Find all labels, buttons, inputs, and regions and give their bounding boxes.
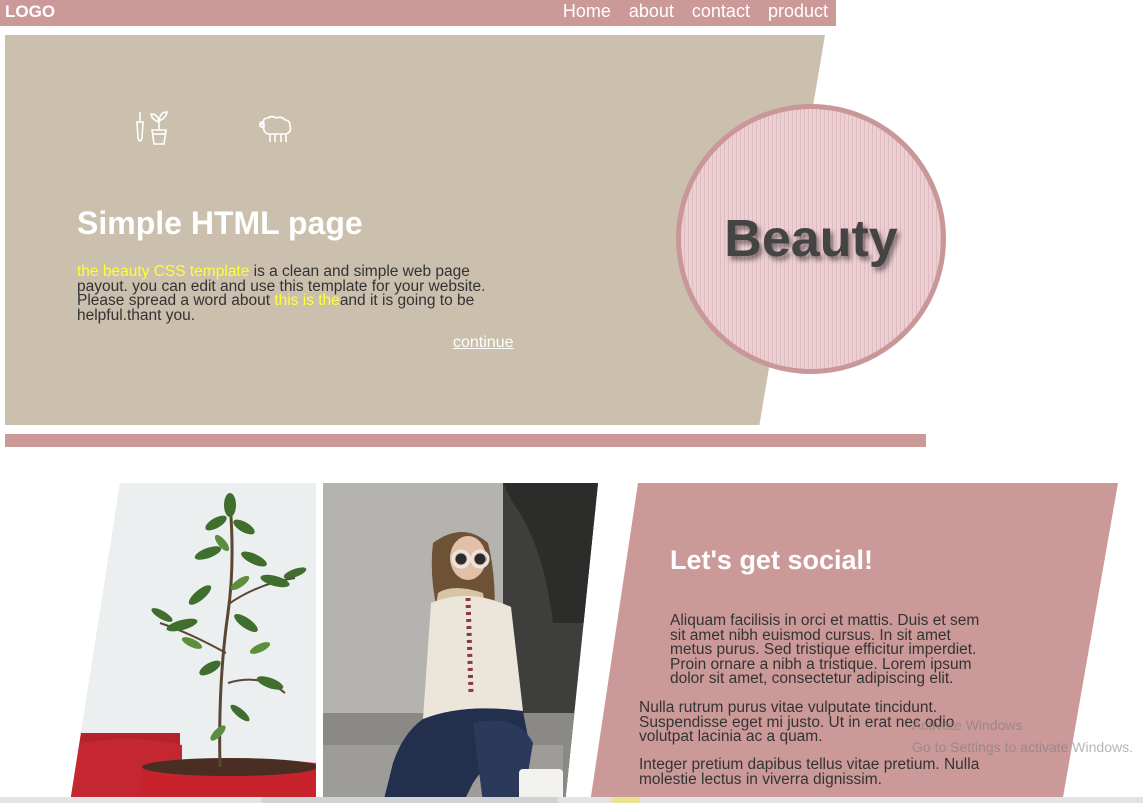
hero-highlight-2: this is the: [274, 292, 340, 309]
top-nav-bar: LOGO Home about contact product: [0, 0, 836, 26]
nav-link-contact[interactable]: contact: [692, 1, 750, 22]
section-divider: [5, 434, 926, 447]
social-paragraph-1: Aliquam facilisis in orci et mattis. Dui…: [670, 612, 980, 687]
woman-sitting-photo: [323, 483, 598, 803]
social-title: Let's get social!: [670, 545, 873, 575]
nav-link-about[interactable]: about: [629, 1, 674, 22]
hero-title: Simple HTML page: [77, 205, 363, 241]
nav-link-product[interactable]: product: [768, 1, 828, 22]
hero-description: the beauty CSS template is a clean and s…: [77, 264, 522, 323]
nav-link-home[interactable]: Home: [563, 1, 611, 22]
activation-watermark: Activate Windows Go to Settings to activ…: [912, 714, 1133, 758]
sheep-icon: [256, 108, 296, 148]
taskbar-segment[interactable]: [262, 797, 558, 803]
potted-plant-photo: [70, 483, 316, 803]
continue-link[interactable]: continue: [453, 334, 514, 352]
watermark-line-2: Go to Settings to activate Windows.: [912, 739, 1133, 755]
social-paragraph-3: Integer pretium dapibus tellus vitae pre…: [639, 756, 980, 788]
watermark-line-1: Activate Windows: [912, 717, 1023, 733]
main-nav: Home about contact product: [563, 1, 828, 22]
logo[interactable]: LOGO: [5, 2, 55, 22]
beauty-badge: Beauty: [676, 104, 946, 374]
badge-label: Beauty: [724, 210, 898, 268]
taskbar-strip: [0, 797, 1143, 803]
plant-tools-icon: [132, 108, 172, 148]
taskbar-segment-active[interactable]: [612, 797, 640, 803]
